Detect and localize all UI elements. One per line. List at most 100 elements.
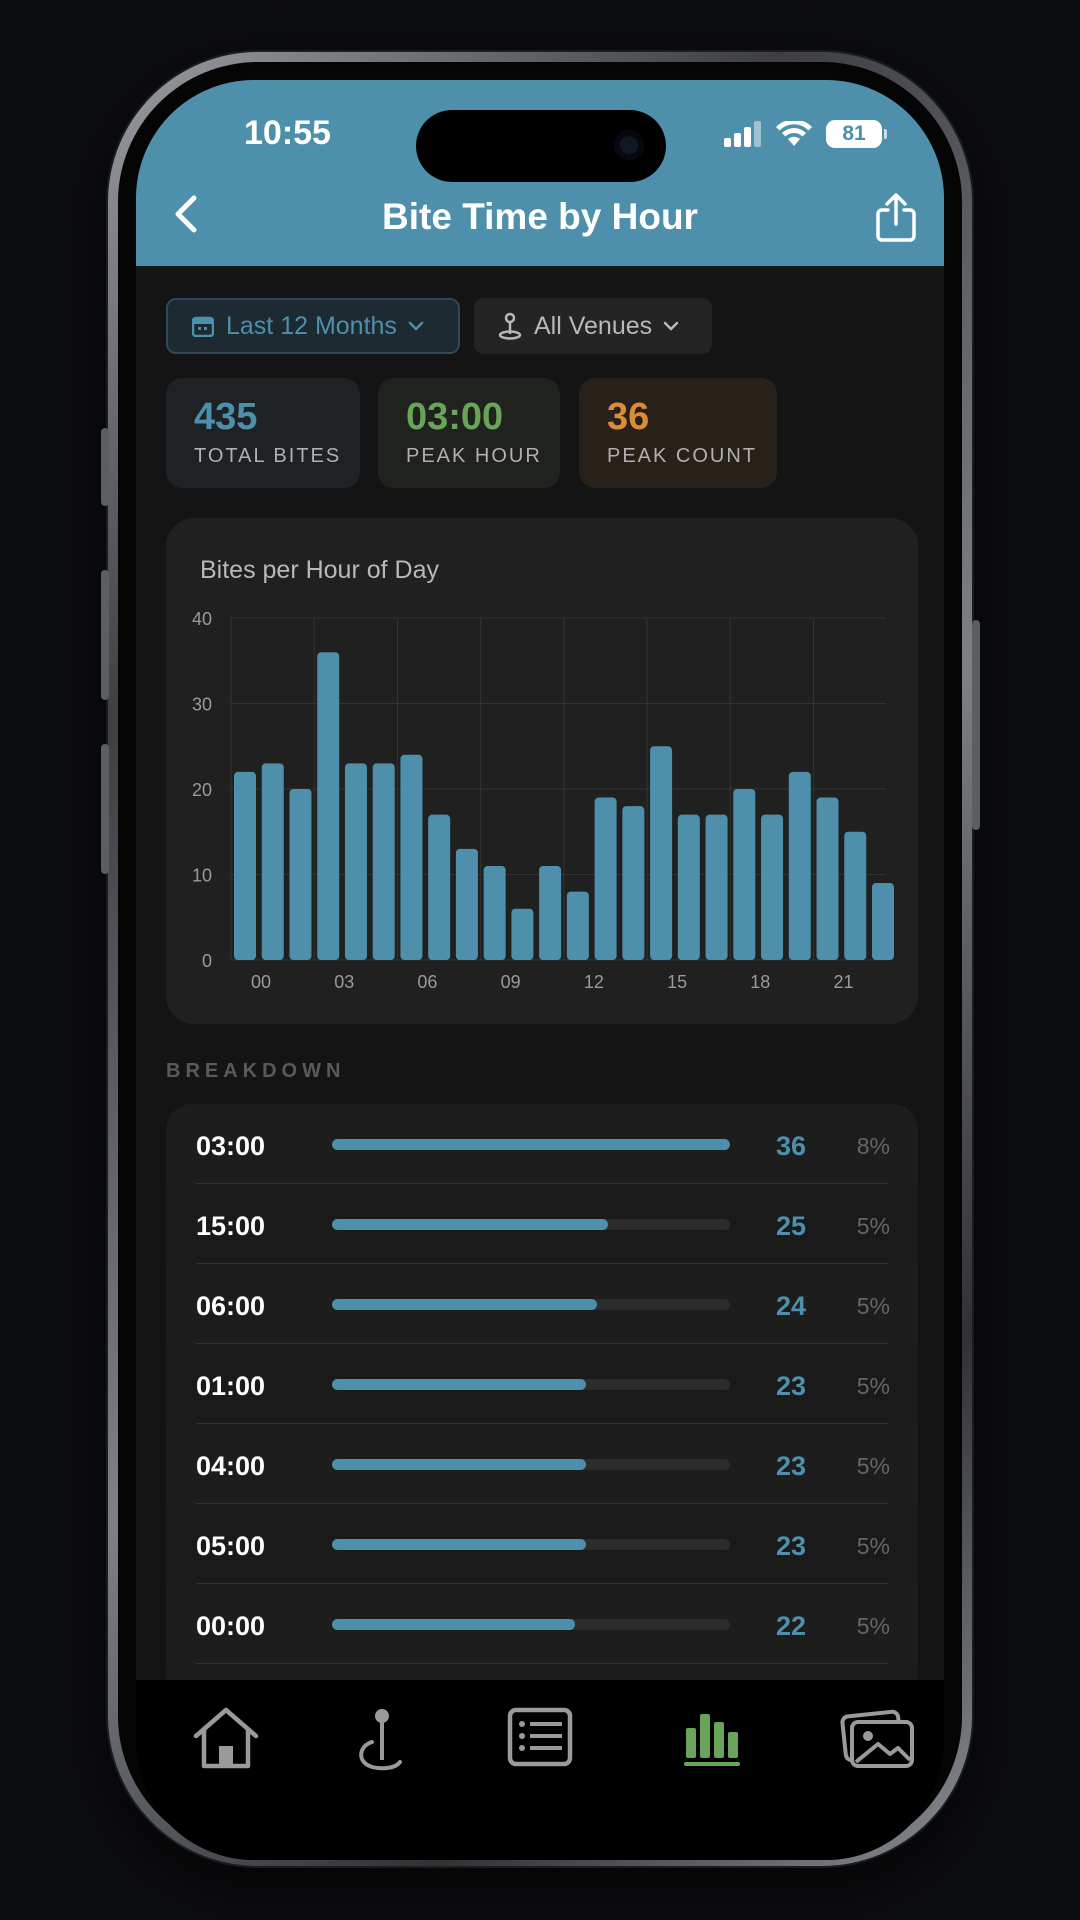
y-tick-label: 20: [192, 780, 212, 800]
log-list-icon[interactable]: [500, 1702, 580, 1772]
row-percent: 5%: [856, 1373, 890, 1399]
row-bar-track: [332, 1539, 730, 1550]
row-bar-fill: [332, 1539, 587, 1550]
volume-up-button: [101, 570, 109, 700]
bar-hour-07[interactable]: [428, 814, 451, 960]
row-bar-track: [332, 1139, 730, 1150]
x-tick-label: 21: [834, 972, 854, 992]
row-bar-track: [332, 1219, 730, 1230]
share-icon[interactable]: [874, 192, 918, 244]
breakdown-row[interactable]: 05:00 23 5%: [166, 1504, 918, 1584]
peak-count-label: PEAK COUNT: [607, 445, 758, 467]
bar-hour-19[interactable]: [761, 814, 784, 960]
peak-hour-card: 03:00 PEAK HOUR: [378, 378, 560, 488]
tab-bar: [136, 1680, 944, 1860]
x-tick-label: 15: [667, 972, 687, 992]
y-tick-label: 40: [192, 609, 212, 629]
bar-hour-04[interactable]: [344, 763, 367, 960]
chevron-down-icon: [663, 321, 679, 331]
breakdown-row[interactable]: 03:00 36 8%: [166, 1104, 918, 1184]
breakdown-row[interactable]: 15:00 25 5%: [166, 1184, 918, 1264]
row-count: 23: [775, 1451, 806, 1481]
row-hour: 00:00: [196, 1611, 266, 1641]
breakdown-row[interactable]: 00:00 22 5%: [166, 1584, 918, 1664]
fishing-spot-icon[interactable]: [342, 1702, 422, 1772]
peak-count-value: 36: [607, 396, 650, 438]
peak-count-card: 36 PEAK COUNT: [579, 378, 777, 488]
bar-hour-09[interactable]: [483, 865, 506, 960]
home-icon[interactable]: [186, 1702, 266, 1772]
wifi-icon: [776, 121, 812, 146]
bar-hour-05[interactable]: [372, 763, 395, 960]
row-count: 22: [775, 1611, 806, 1641]
bar-hour-22[interactable]: [844, 831, 867, 960]
row-bar-track: [332, 1619, 730, 1630]
row-hour: 05:00: [196, 1531, 266, 1561]
x-tick-label: 06: [417, 972, 437, 992]
row-bar-track: [332, 1459, 730, 1470]
bar-hour-13[interactable]: [594, 797, 617, 960]
date-range-filter[interactable]: Last 12 Months: [166, 298, 460, 354]
status-indicators: 81: [724, 120, 887, 148]
gallery-icon[interactable]: [838, 1702, 918, 1772]
signal-icon: [724, 121, 761, 147]
row-percent: 5%: [856, 1213, 890, 1239]
chevron-down-icon: [408, 321, 424, 331]
row-bar-fill: [332, 1459, 587, 1470]
row-percent: 5%: [856, 1293, 890, 1319]
bar-hour-01[interactable]: [261, 763, 284, 960]
row-count: 36: [775, 1131, 806, 1161]
bar-hour-21[interactable]: [816, 797, 839, 960]
total-bites-card: 435 TOTAL BITES: [166, 378, 360, 488]
row-percent: 5%: [856, 1533, 890, 1559]
venue-label: All Venues: [534, 311, 653, 340]
row-bar-fill: [332, 1219, 609, 1230]
bar-hour-23[interactable]: [872, 883, 894, 960]
venue-filter[interactable]: All Venues: [474, 298, 712, 354]
bar-hour-20[interactable]: [788, 771, 811, 960]
peak-hour-value: 03:00: [406, 396, 504, 438]
bar-hour-11[interactable]: [539, 865, 562, 960]
battery-indicator: 81: [826, 120, 887, 148]
bar-hour-14[interactable]: [622, 806, 645, 960]
bar-hour-10[interactable]: [511, 908, 534, 960]
page-title: Bite Time by Hour: [382, 196, 698, 237]
dynamic-island: [416, 110, 666, 182]
chart-card: Bites per Hour of Day 0 10 20 30 40 00 03 06 09 1…: [166, 518, 918, 1024]
app-header: 10:55 81 Bite Time by Hour: [136, 80, 944, 266]
peak-hour-label: PEAK HOUR: [406, 445, 542, 467]
bar-hour-16[interactable]: [677, 814, 700, 960]
bar-hour-12[interactable]: [566, 891, 589, 960]
bar-hour-08[interactable]: [455, 848, 478, 960]
bar-hour-18[interactable]: [733, 789, 756, 960]
y-tick-label: 0: [202, 951, 212, 971]
row-bar-track: [332, 1379, 730, 1390]
fishing-spot-icon: [498, 312, 522, 340]
total-bites-value: 435: [194, 396, 258, 438]
bar-hour-00[interactable]: [234, 771, 256, 960]
breakdown-section-label: BREAKDOWN: [166, 1060, 346, 1082]
bar-hour-02[interactable]: [289, 789, 312, 960]
row-bar-fill: [332, 1379, 587, 1390]
row-percent: 5%: [856, 1453, 890, 1479]
bar-hour-15[interactable]: [650, 746, 673, 960]
bar-hour-03[interactable]: [317, 652, 340, 960]
row-bar-track: [332, 1299, 730, 1310]
row-bar-fill: [332, 1139, 730, 1150]
stats-chart-icon[interactable]: [674, 1702, 754, 1772]
row-count: 24: [775, 1291, 806, 1321]
action-button: [101, 428, 109, 506]
total-bites-label: TOTAL BITES: [194, 445, 342, 467]
volume-down-button: [101, 744, 109, 874]
row-bar-fill: [332, 1619, 576, 1630]
row-bar-fill: [332, 1299, 598, 1310]
breakdown-row[interactable]: 06:00 24 5%: [166, 1264, 918, 1344]
breakdown-row[interactable]: 04:00 23 5%: [166, 1424, 918, 1504]
bites-per-hour-chart: 0 10 20 30 40 00 03 06 09 12 15 18 21: [192, 609, 894, 992]
bar-hour-17[interactable]: [705, 814, 728, 960]
bar-hour-06[interactable]: [400, 754, 423, 960]
row-hour: 04:00: [196, 1451, 266, 1481]
date-range-label: Last 12 Months: [226, 311, 397, 340]
x-tick-label: 03: [334, 972, 354, 992]
breakdown-row[interactable]: 01:00 23 5%: [166, 1344, 918, 1424]
